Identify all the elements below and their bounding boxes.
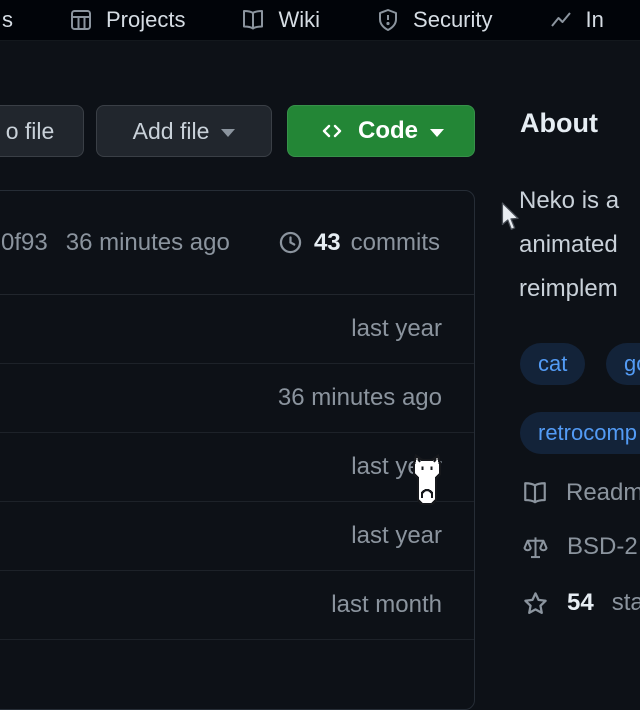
tab-insights[interactable]: In <box>549 7 604 33</box>
description-line: animated <box>519 223 619 267</box>
commit-hash[interactable]: 0f93 <box>1 229 48 257</box>
code-brackets-icon <box>318 119 346 143</box>
stars-label: sta <box>612 589 640 617</box>
license-label: BSD-2 <box>567 533 638 561</box>
commit-time: 36 minutes ago <box>66 229 230 257</box>
tab-actions-partial[interactable]: s <box>2 7 13 33</box>
add-file-button[interactable]: Add file <box>96 105 272 157</box>
neko-cat-sprite <box>406 452 448 510</box>
tab-label: Wiki <box>278 7 320 33</box>
add-file-label: Add file <box>133 118 210 145</box>
stars-count: 54 <box>567 589 594 617</box>
tab-label: s <box>2 7 13 33</box>
file-row: last year <box>0 433 474 502</box>
file-row: 36 minutes ago <box>0 364 474 433</box>
file-row-time[interactable]: last year <box>351 522 442 550</box>
projects-table-icon <box>69 8 93 32</box>
topic-tag-go[interactable]: go <box>606 343 640 385</box>
about-description: Neko is a animated reimplem <box>519 179 619 311</box>
tab-label: In <box>586 7 604 33</box>
chevron-down-icon <box>221 129 235 137</box>
file-row-time[interactable]: last year <box>351 315 442 343</box>
file-row-time[interactable]: last month <box>331 591 442 619</box>
go-to-file-label: o file <box>6 118 55 145</box>
readme-link[interactable]: Readm <box>522 478 640 508</box>
latest-commit-bar: 0f93 36 minutes ago 43 commits <box>0 191 474 295</box>
tab-projects[interactable]: Projects <box>69 7 185 33</box>
tab-security[interactable]: Security <box>376 7 492 33</box>
commit-count-label: commits <box>351 229 440 257</box>
tab-wiki[interactable]: Wiki <box>241 7 320 33</box>
law-scales-icon <box>522 534 549 561</box>
go-to-file-button[interactable]: o file <box>0 105 84 157</box>
topic-tag-cat[interactable]: cat <box>520 343 585 385</box>
file-list-panel: 0f93 36 minutes ago 43 commits last year… <box>0 190 475 710</box>
book-icon <box>241 8 265 32</box>
repo-tab-bar: s Projects Wiki Security In <box>0 0 640 41</box>
star-icon <box>522 590 549 617</box>
graph-icon <box>549 8 573 32</box>
chevron-down-icon <box>430 129 444 137</box>
stars-link[interactable]: 54 sta <box>522 588 640 618</box>
shield-icon <box>376 8 400 32</box>
file-row: last month <box>0 571 474 640</box>
readme-label: Readm <box>566 479 640 507</box>
tab-label: Security <box>413 7 492 33</box>
file-row: last year <box>0 295 474 364</box>
code-button[interactable]: Code <box>287 105 475 157</box>
description-line: reimplem <box>519 267 619 311</box>
book-icon <box>522 480 548 506</box>
history-clock-icon <box>277 229 304 256</box>
about-heading: About <box>520 108 598 139</box>
mouse-cursor <box>500 202 522 232</box>
file-row-time[interactable]: 36 minutes ago <box>278 384 442 412</box>
license-link[interactable]: BSD-2 <box>522 532 638 562</box>
description-line: Neko is a <box>519 179 619 223</box>
file-row: last year <box>0 502 474 571</box>
topic-tag-retrocomputing[interactable]: retrocomp <box>520 412 640 454</box>
commit-history-link[interactable]: 43 commits <box>277 229 440 257</box>
commit-count: 43 <box>314 229 341 257</box>
tab-label: Projects <box>106 7 185 33</box>
code-label: Code <box>358 117 418 145</box>
